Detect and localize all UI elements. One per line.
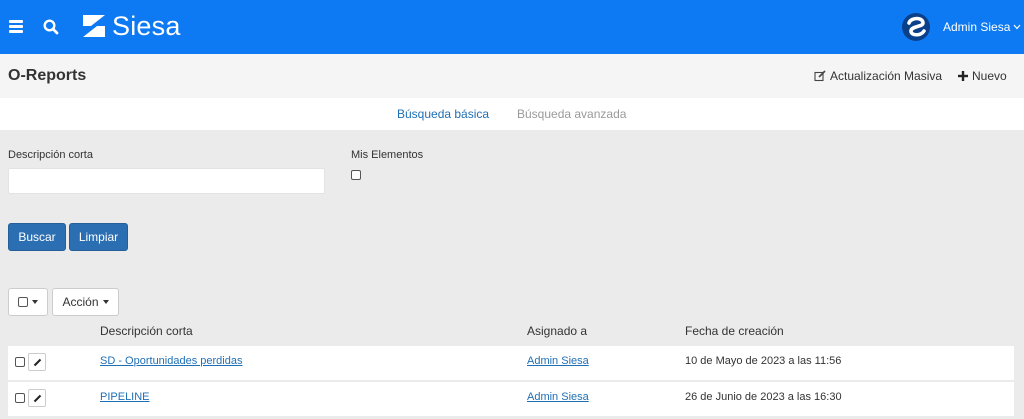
pencil-icon (33, 394, 41, 402)
row-edit-button[interactable] (28, 353, 46, 371)
my-items-label: Mis Elementos (351, 149, 424, 161)
row-checkbox[interactable] (15, 357, 25, 367)
page-title: O-Reports (8, 67, 87, 84)
top-navbar: Siesa Admin Siesa (0, 0, 1024, 54)
pencil-icon (33, 358, 41, 366)
search-icon[interactable] (42, 18, 60, 36)
edit-icon (814, 70, 826, 82)
siesa-logo-mark-icon (83, 15, 105, 37)
brand-name: Siesa (112, 11, 181, 41)
user-avatar-icon[interactable] (901, 12, 931, 42)
table-row: SD - Oportunidades perdidas Admin Siesa … (8, 346, 1014, 380)
row-edit-button[interactable] (28, 389, 46, 407)
select-all-checkbox[interactable] (18, 297, 28, 307)
mass-update-button[interactable]: Actualización Masiva (814, 69, 942, 83)
search-button[interactable]: Buscar (8, 223, 66, 251)
mass-update-label: Actualización Masiva (830, 69, 943, 83)
row-assigned-link[interactable]: Admin Siesa (527, 391, 589, 403)
hamburger-menu-icon[interactable] (9, 20, 23, 33)
table-header: Descripción corta Asignado a Fecha de cr… (0, 316, 1014, 346)
select-all-dropdown[interactable] (8, 288, 48, 316)
tab-advanced-search[interactable]: Búsqueda avanzada (517, 107, 626, 121)
caret-down-icon (32, 300, 38, 304)
tab-basic-search[interactable]: Búsqueda básica (397, 107, 489, 121)
column-header-description[interactable]: Descripción corta (100, 324, 193, 338)
new-label: Nuevo (972, 69, 1007, 83)
user-name: Admin Siesa (943, 20, 1011, 34)
column-header-created[interactable]: Fecha de creación (685, 324, 784, 338)
short-description-label: Descripción corta (8, 149, 93, 161)
short-description-input[interactable] (8, 168, 325, 194)
page-header: O-Reports Actualización Masiva Nuevo (0, 54, 1024, 98)
row-created-date: 26 de Junio de 2023 a las 16:30 (685, 391, 842, 403)
row-description-link[interactable]: PIPELINE (100, 391, 150, 403)
column-header-assigned[interactable]: Asignado a (527, 324, 587, 338)
new-button[interactable]: Nuevo (958, 69, 1007, 83)
row-created-date: 10 de Mayo de 2023 a las 11:56 (685, 355, 842, 367)
action-dropdown-button[interactable]: Acción (52, 288, 119, 316)
user-menu[interactable]: Admin Siesa (943, 20, 1021, 34)
caret-down-icon (102, 300, 109, 304)
my-items-checkbox[interactable] (351, 170, 361, 180)
chevron-down-icon (1013, 24, 1021, 30)
plus-icon (958, 71, 968, 81)
action-label: Acción (62, 295, 99, 309)
row-assigned-link[interactable]: Admin Siesa (527, 355, 589, 367)
row-checkbox[interactable] (15, 393, 25, 403)
clear-button[interactable]: Limpiar (69, 223, 128, 251)
siesa-logo[interactable]: Siesa (80, 11, 181, 41)
table-row: PIPELINE Admin Siesa 26 de Junio de 2023… (8, 382, 1014, 416)
search-tabs: Búsqueda básica Búsqueda avanzada (0, 98, 1024, 130)
row-description-link[interactable]: SD - Oportunidades perdidas (100, 355, 242, 367)
